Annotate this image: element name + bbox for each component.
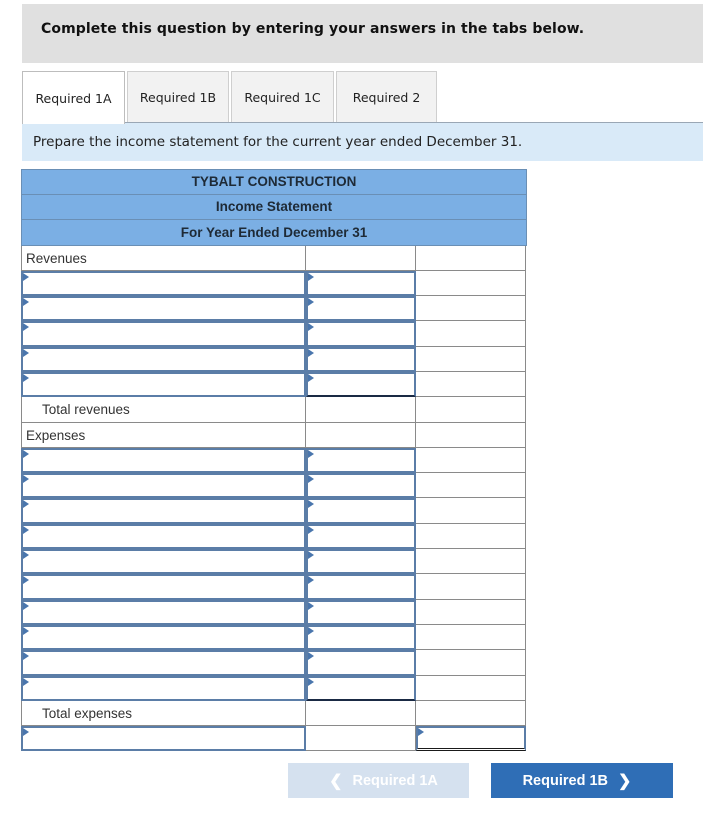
tab-required-1c[interactable]: Required 1C — [231, 71, 334, 123]
revenue-row — [21, 270, 527, 297]
statement-title: Income Statement — [21, 194, 527, 220]
chevron-right-icon: ❯ — [618, 772, 632, 790]
tab-bar: Required 1A Required 1B Required 1C Requ… — [22, 71, 439, 124]
expense-account-input[interactable] — [21, 650, 306, 676]
tab-required-1a[interactable]: Required 1A — [22, 71, 125, 124]
expense-account-input[interactable] — [21, 447, 306, 474]
expense-row — [21, 624, 527, 651]
expense-row — [21, 650, 527, 676]
tab-required-2[interactable]: Required 2 — [336, 71, 437, 123]
revenue-amount-input[interactable] — [306, 321, 416, 347]
net-income-row — [21, 726, 527, 752]
revenue-account-input[interactable] — [21, 346, 306, 372]
expense-row — [21, 549, 527, 575]
net-income-account-input[interactable] — [21, 726, 306, 752]
revenue-account-input[interactable] — [21, 296, 306, 322]
expense-amount-input[interactable] — [306, 473, 416, 499]
expense-amount-input[interactable] — [306, 523, 416, 550]
expense-rows — [21, 447, 527, 701]
expense-account-input[interactable] — [21, 523, 306, 550]
revenue-account-input[interactable] — [21, 321, 306, 347]
prev-button-label: Required 1A — [352, 772, 438, 789]
revenue-row — [21, 296, 527, 322]
revenue-amount-input[interactable] — [306, 296, 416, 322]
expense-account-input[interactable] — [21, 549, 306, 575]
chevron-left-icon: ❮ — [329, 772, 343, 790]
expense-amount-input[interactable] — [306, 650, 416, 676]
statement-period: For Year Ended December 31 — [21, 220, 527, 246]
total-expenses-value — [416, 700, 526, 727]
expense-amount-input[interactable] — [306, 498, 416, 524]
instruction-panel: Prepare the income statement for the cur… — [22, 123, 703, 161]
expense-row — [21, 523, 527, 550]
expense-row — [21, 574, 527, 600]
total-expenses-row: Total expenses — [21, 700, 527, 727]
total-revenues-value — [416, 397, 526, 423]
instructions-banner: Complete this question by entering your … — [22, 4, 703, 63]
revenue-amount-input[interactable] — [306, 371, 416, 398]
expense-account-input[interactable] — [21, 675, 306, 701]
expense-amount-input[interactable] — [306, 574, 416, 600]
expense-amount-input[interactable] — [306, 624, 416, 651]
revenue-amount-input[interactable] — [306, 270, 416, 297]
tab-required-1b[interactable]: Required 1B — [127, 71, 229, 123]
revenue-row — [21, 346, 527, 372]
instruction-text: Prepare the income statement for the cur… — [33, 134, 523, 150]
expense-row — [21, 473, 527, 499]
expense-account-input[interactable] — [21, 624, 306, 651]
revenues-heading-row: Revenues — [21, 245, 527, 271]
expense-row — [21, 498, 527, 524]
next-required-1b-button[interactable]: Required 1B ❯ — [491, 763, 673, 798]
prev-required-1a-button[interactable]: ❮ Required 1A — [288, 763, 469, 798]
expense-row — [21, 599, 527, 625]
net-income-amount-input[interactable] — [416, 726, 526, 752]
expense-row — [21, 447, 527, 474]
next-button-label: Required 1B — [522, 772, 608, 789]
expense-amount-input[interactable] — [306, 599, 416, 625]
expenses-heading-row: Expenses — [21, 422, 527, 448]
expense-account-input[interactable] — [21, 473, 306, 499]
expense-account-input[interactable] — [21, 574, 306, 600]
expense-amount-input[interactable] — [306, 675, 416, 701]
expense-amount-input[interactable] — [306, 447, 416, 474]
revenue-row — [21, 321, 527, 347]
expense-account-input[interactable] — [21, 599, 306, 625]
expense-row — [21, 675, 527, 701]
expenses-label: Expenses — [26, 427, 86, 443]
banner-text: Complete this question by entering your … — [41, 21, 585, 37]
company-name: TYBALT CONSTRUCTION — [21, 169, 527, 195]
revenue-amount-input[interactable] — [306, 346, 416, 372]
expense-account-input[interactable] — [21, 498, 306, 524]
revenue-account-input[interactable] — [21, 371, 306, 398]
revenue-row — [21, 371, 527, 398]
total-expenses-label: Total expenses — [42, 705, 133, 721]
revenue-account-input[interactable] — [21, 270, 306, 297]
revenue-rows — [21, 270, 527, 398]
income-statement-worksheet: TYBALT CONSTRUCTION Income Statement For… — [21, 169, 527, 752]
total-revenues-label: Total revenues — [42, 402, 130, 418]
total-revenues-row: Total revenues — [21, 397, 527, 423]
expense-amount-input[interactable] — [306, 549, 416, 575]
revenues-label: Revenues — [26, 250, 87, 266]
